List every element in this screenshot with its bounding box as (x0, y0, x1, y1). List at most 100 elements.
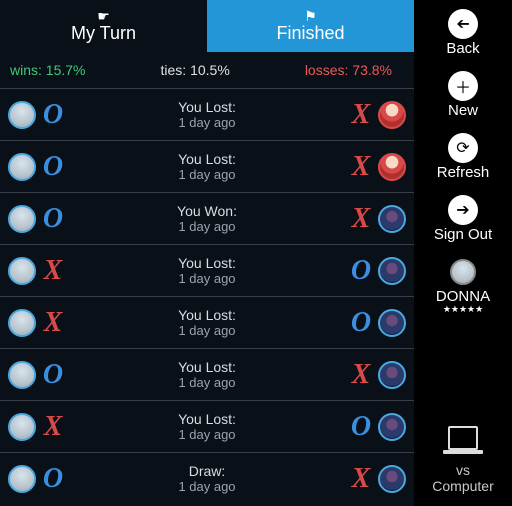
time-text: 1 day ago (86, 323, 328, 338)
player-left: O (8, 205, 86, 233)
game-row[interactable]: O Draw:1 day agoX (0, 452, 414, 504)
game-list: OYou Lost:1 day agoXOYou Lost:1 day agoX… (0, 88, 414, 506)
result-text: Draw: (86, 463, 328, 479)
stat-ties: ties: 10.5% (161, 62, 230, 78)
mark-left: O (40, 205, 66, 233)
vs-label-1: vs (432, 462, 493, 478)
player-left: X (8, 413, 86, 441)
game-row[interactable]: O You Lost:1 day ago X (0, 140, 414, 192)
player-right: O (328, 309, 406, 337)
game-summary: You Won:1 day ago (86, 203, 328, 234)
stat-wins: wins: 15.7% (10, 62, 86, 78)
player-left: O (8, 361, 86, 389)
game-summary: You Lost:1 day ago (86, 151, 328, 182)
avatar-icon (8, 153, 36, 181)
player-right: X (328, 361, 406, 389)
mark-right: O (348, 257, 374, 285)
player-right: X (328, 153, 406, 181)
time-text: 1 day ago (86, 219, 328, 234)
user-profile[interactable]: DONNA ★★★★★ (436, 257, 490, 315)
signout-button[interactable]: ➔ Sign Out (434, 195, 492, 243)
mark-left: O (40, 361, 66, 389)
result-text: You Lost: (86, 151, 328, 167)
avatar-icon (8, 205, 36, 233)
tab-finished[interactable]: ⚑ Finished (207, 0, 414, 52)
game-row[interactable]: X You Lost:1 day agoO (0, 296, 414, 348)
refresh-button[interactable]: ⟳ Refresh (437, 133, 490, 181)
avatar-icon (8, 361, 36, 389)
user-stars: ★★★★★ (443, 304, 483, 315)
game-row[interactable]: X You Lost:1 day ago O (0, 244, 414, 296)
game-summary: You Lost:1 day ago (86, 307, 328, 338)
mark-left: X (40, 257, 66, 285)
avatar-icon (378, 361, 406, 389)
result-text: You Lost: (86, 99, 328, 115)
player-right: X (328, 465, 406, 493)
player-left: X (8, 309, 86, 337)
mark-left: O (40, 465, 66, 493)
avatar-icon (8, 465, 36, 493)
result-text: You Lost: (86, 359, 328, 375)
hand-icon: ☛ (97, 9, 110, 23)
avatar-icon (378, 465, 406, 493)
stat-losses: losses: 73.8% (305, 62, 392, 78)
avatar-icon (8, 413, 36, 441)
game-summary: Draw:1 day ago (86, 463, 328, 494)
avatar-icon (378, 413, 406, 441)
game-row[interactable]: O You Won:1 day agoX (0, 192, 414, 244)
mark-left: O (40, 101, 66, 129)
avatar-icon (8, 101, 36, 129)
mark-right: X (348, 153, 374, 181)
new-label: New (448, 102, 478, 119)
mark-right: X (348, 101, 374, 129)
time-text: 1 day ago (86, 271, 328, 286)
user-avatar-icon (448, 257, 478, 287)
player-left: O (8, 465, 86, 493)
player-right: O (328, 413, 406, 441)
game-summary: You Lost:1 day ago (86, 359, 328, 390)
avatar-icon (8, 309, 36, 337)
result-text: You Won: (86, 203, 328, 219)
mark-left: X (40, 413, 66, 441)
refresh-icon: ⟳ (448, 133, 478, 163)
game-row[interactable]: X You Lost:1 day ago O (0, 400, 414, 452)
time-text: 1 day ago (86, 375, 328, 390)
vs-computer-button[interactable]: vs Computer (432, 426, 493, 494)
tab-finished-label: Finished (276, 23, 344, 43)
time-text: 1 day ago (86, 427, 328, 442)
back-label: Back (446, 40, 479, 57)
player-right: O (328, 257, 406, 285)
plus-icon: ＋ (448, 71, 478, 101)
game-row[interactable]: O You Lost:1 day ago X (0, 88, 414, 140)
player-left: O (8, 101, 86, 129)
tab-my-turn[interactable]: ☛ My Turn (0, 0, 207, 52)
signout-label: Sign Out (434, 226, 492, 243)
player-right: X (328, 205, 406, 233)
avatar-icon (8, 257, 36, 285)
mark-right: O (348, 413, 374, 441)
player-left: O (8, 153, 86, 181)
time-text: 1 day ago (86, 115, 328, 130)
avatar-icon (378, 153, 406, 181)
new-button[interactable]: ＋ New (448, 71, 478, 119)
player-left: X (8, 257, 86, 285)
time-text: 1 day ago (86, 167, 328, 182)
game-summary: You Lost:1 day ago (86, 255, 328, 286)
game-summary: You Lost:1 day ago (86, 99, 328, 130)
mark-left: X (40, 309, 66, 337)
time-text: 1 day ago (86, 479, 328, 494)
mark-left: O (40, 153, 66, 181)
signout-arrow-icon: ➔ (448, 195, 478, 225)
sidebar: ➔ Back ＋ New ⟳ Refresh ➔ Sign Out DONNA … (414, 0, 512, 506)
avatar-icon (378, 257, 406, 285)
back-button[interactable]: ➔ Back (446, 9, 479, 57)
result-text: You Lost: (86, 411, 328, 427)
avatar-icon (378, 101, 406, 129)
game-row[interactable]: O You Lost:1 day ago X (0, 348, 414, 400)
vs-label-2: Computer (432, 478, 493, 494)
stats-bar: wins: 15.7% ties: 10.5% losses: 73.8% (0, 52, 414, 88)
back-arrow-icon: ➔ (448, 9, 478, 39)
mark-right: X (348, 361, 374, 389)
player-right: X (328, 101, 406, 129)
avatar-icon (378, 205, 406, 233)
